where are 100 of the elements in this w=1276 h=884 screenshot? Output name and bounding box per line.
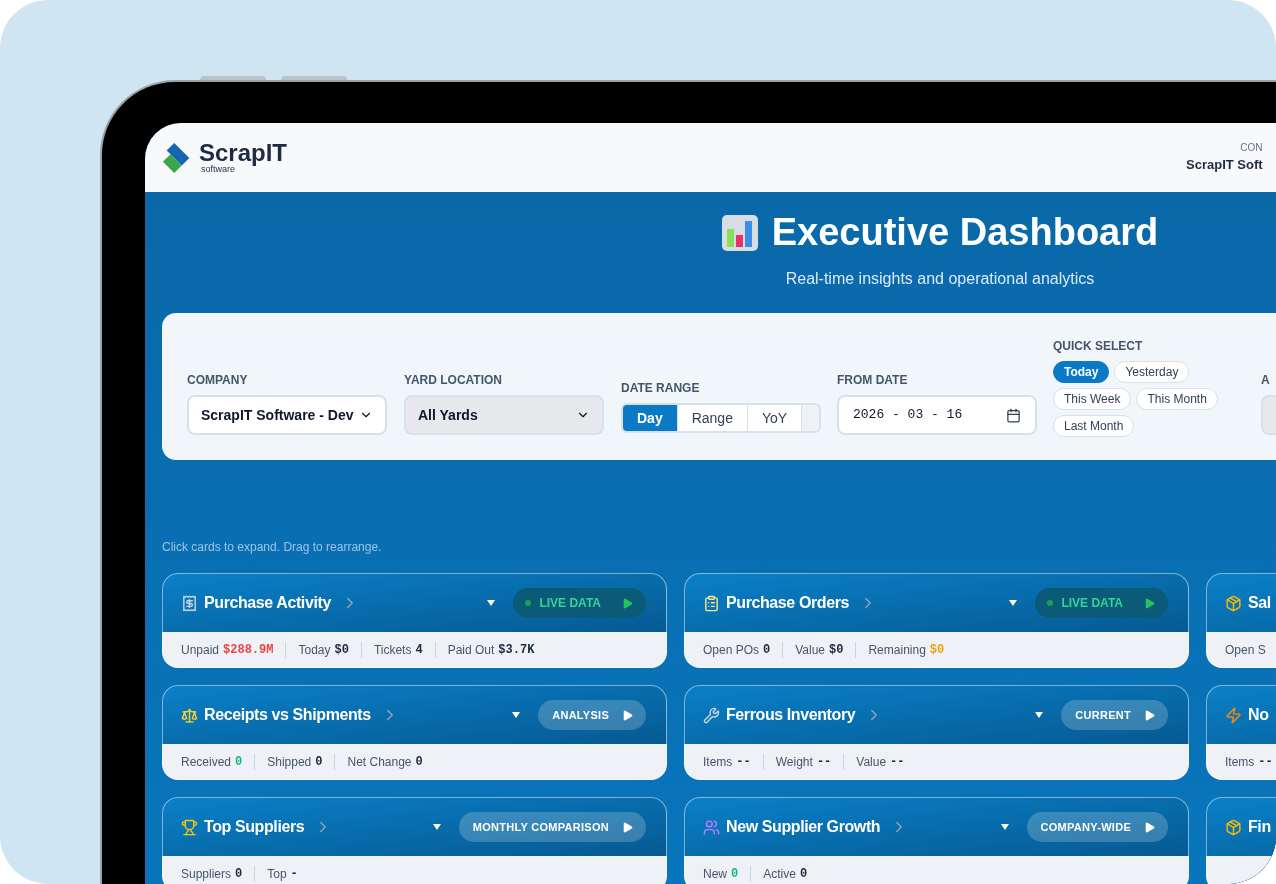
date-range-tab[interactable]: Range (677, 405, 748, 431)
stat-value: 0 (415, 753, 423, 771)
caret-icon[interactable] (512, 712, 521, 718)
bar-chart-icon (721, 214, 758, 251)
date-range-tab[interactable]: YoY (747, 405, 803, 431)
stat-value: -- (736, 753, 751, 771)
scale-icon (181, 706, 198, 724)
from-date-field[interactable]: 2026 - 03 - 16 (837, 395, 1037, 435)
stat-label: Unpaid (181, 641, 220, 659)
yard-select[interactable]: All Yards (404, 395, 604, 435)
status-dot-icon (525, 600, 532, 606)
card-header[interactable]: No (1206, 685, 1276, 744)
quick-select-chip[interactable]: Today (1053, 361, 1110, 383)
logo-tagline: software (201, 165, 235, 174)
view-button[interactable]: ANALYSIS (538, 700, 646, 730)
card-header[interactable]: Receipts vs Shipments ANALYSIS (162, 685, 667, 744)
stat-value: $0 (929, 641, 945, 659)
logo-name: ScrapIT (199, 141, 288, 165)
card-title: New Supplier Growth (726, 817, 881, 837)
card-title: Sal (1248, 593, 1271, 613)
company-name: ScrapIT Soft (1186, 156, 1263, 175)
caret-icon[interactable] (487, 600, 496, 606)
quick-select-chip[interactable]: Yesterday (1114, 361, 1190, 383)
stat-value: $0 (829, 641, 844, 659)
quick-select-chip[interactable]: This Week (1053, 388, 1132, 410)
view-button[interactable]: COMPANY-WIDE (1026, 812, 1168, 842)
stat-value: 0 (315, 753, 323, 771)
stat-label: Received (181, 753, 232, 771)
stat-label: Weight (775, 753, 813, 771)
people-icon (703, 818, 720, 836)
card-header[interactable]: Purchase Activity LIVE DATA (162, 573, 667, 632)
stat-value: 4 (415, 641, 423, 659)
card-header[interactable]: New Supplier Growth COMPANY-WIDE (684, 797, 1189, 856)
live-data-button[interactable]: LIVE DATA (513, 588, 646, 618)
stat-label: Net Change (347, 753, 412, 771)
caret-icon[interactable] (1035, 712, 1044, 718)
trophy-icon (181, 818, 198, 836)
stat-label: New (703, 865, 727, 883)
stat-label: Open S (1225, 641, 1266, 659)
stat-label: Tickets (373, 641, 412, 659)
quick-select-chip[interactable]: This Month (1136, 388, 1218, 410)
stat-label: Items (703, 753, 733, 771)
play-icon (1143, 708, 1156, 722)
card-header[interactable]: Purchase Orders LIVE DATA (684, 573, 1189, 632)
calendar-icon (1006, 407, 1021, 423)
view-button[interactable]: CURRENT (1061, 700, 1168, 730)
play-icon (621, 596, 634, 610)
stat-value: 0 (235, 753, 243, 771)
play-icon (1143, 820, 1156, 834)
stat-label: Suppliers (181, 865, 232, 883)
stat-value: 0 (235, 865, 243, 883)
stat-value: -- (816, 753, 832, 771)
clipboard-icon (703, 594, 720, 612)
stat-value: 0 (763, 641, 771, 659)
stat-value: - (290, 865, 298, 883)
date-value: 2026 - 03 - 16 (853, 406, 963, 425)
card-header[interactable]: Top Suppliers MONTHLY COMPARISON (162, 797, 667, 856)
stat-value: -- (1258, 753, 1273, 771)
card-title: Purchase Orders (726, 593, 849, 613)
stat-value: $3.7K (498, 641, 535, 659)
company-caption: CON (1240, 141, 1263, 156)
card-header[interactable]: Fin (1206, 797, 1276, 856)
stat-label: Value (795, 641, 826, 659)
card-title: Purchase Activity (204, 593, 331, 613)
date-range-tab[interactable]: Day (623, 405, 678, 431)
live-data-button[interactable]: LIVE DATA (1035, 588, 1168, 618)
view-button[interactable]: MONTHLY COMPARISON (458, 812, 646, 842)
stat-label: Open POs (703, 641, 760, 659)
stat-label: Remaining (868, 641, 926, 659)
card-header[interactable]: Ferrous Inventory CURRENT (684, 685, 1189, 744)
field-label: COMPANY (187, 372, 249, 389)
card-title: Receipts vs Shipments (204, 705, 371, 725)
field-label: A (1261, 372, 1271, 389)
status-dot-icon (1047, 600, 1054, 606)
caret-icon[interactable] (432, 824, 441, 830)
stat-label: Paid Out (447, 641, 495, 659)
stat-value: $288.9M (223, 641, 274, 659)
stat-value: 0 (731, 865, 739, 883)
card-header[interactable]: Sal (1206, 573, 1276, 632)
hint-text: Click cards to expand. Drag to rearrange. (162, 539, 383, 556)
stat-label: Value (856, 753, 887, 771)
card-title: Ferrous Inventory (726, 705, 856, 725)
field-label: FROM DATE (837, 372, 909, 389)
field-label: DATE RANGE (621, 380, 701, 397)
stat-label: Items (1225, 753, 1255, 771)
quick-select-chip[interactable]: Last Month (1053, 415, 1135, 437)
play-icon (1143, 596, 1156, 610)
stat-label: Today (298, 641, 331, 659)
stat-value: 0 (799, 865, 808, 883)
company-select[interactable]: ScrapIT Software - Dev (187, 395, 387, 435)
caret-icon[interactable] (1000, 824, 1009, 830)
field-label: YARD LOCATION (404, 372, 503, 389)
caret-icon[interactable] (1009, 600, 1018, 606)
field-label: QUICK SELECT (1053, 338, 1144, 355)
card-title: Top Suppliers (204, 817, 305, 837)
package-icon (1225, 594, 1242, 612)
receipt-icon (181, 594, 198, 612)
play-icon (621, 820, 634, 834)
stat-value: -- (890, 753, 905, 771)
stat-value: $0 (334, 641, 349, 659)
